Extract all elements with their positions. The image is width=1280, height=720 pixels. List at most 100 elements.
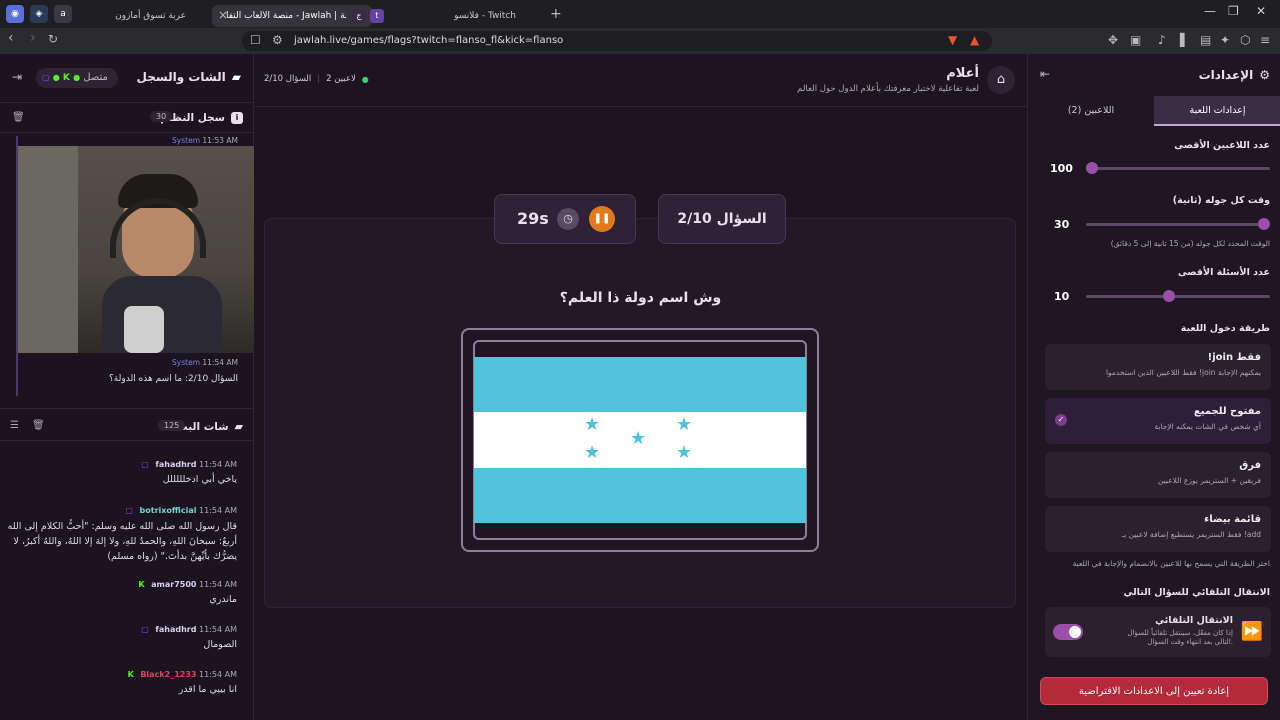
site-info-icon[interactable]: ⚙ (272, 33, 283, 47)
chat-meta: ▢ botrixofficial 11:54 AM (7, 505, 237, 517)
auto-next-section-label: الانتقال التلقائي للسؤال التالي (1123, 587, 1270, 598)
max-players-thumb[interactable] (1086, 162, 1098, 174)
filter-icon[interactable]: ☰ (10, 420, 19, 431)
kick-badge-icon: K (127, 670, 134, 679)
tab-game-settings-label: إعدادات اللعبة (1189, 105, 1246, 116)
ai-icon[interactable]: ✦ (1220, 33, 1230, 47)
home-icon[interactable]: ⌂ (987, 66, 1015, 94)
round-time-hint: الوقت المحدد لكل جوله (من 15 ثانية إلى 5… (1110, 239, 1270, 248)
close-window-icon[interactable]: ✕ (1256, 4, 1266, 18)
tab-twitch[interactable]: فلانسو - Twitch t (370, 5, 542, 27)
settings-panel: الإعدادات ⚙ ⇤ اللاعبين (2) إعدادات اللعب… (1027, 54, 1280, 720)
webcam-mic (124, 306, 164, 353)
log-sender: System (172, 136, 200, 145)
wallet-icon[interactable]: ▤ (1200, 33, 1211, 47)
option-desc: أي شخص في الشات يمكنه الإجابة (1154, 422, 1261, 431)
extensions-icon[interactable]: ✥ (1108, 33, 1118, 47)
chat-user: fahadhrd (155, 625, 197, 634)
tab-amazon[interactable]: عربة تسوق أمازون (72, 5, 212, 27)
collapse-settings-icon[interactable]: ⇤ (1040, 67, 1050, 81)
vpn-icon[interactable]: ⬡ (1240, 33, 1250, 47)
max-players-label: عدد اللاعبين الأقصى (1174, 140, 1270, 151)
twitch-badge-icon: ▢ (141, 460, 149, 469)
flag-stripe-middle: ★ ★ ★ ★ ★ (474, 412, 806, 468)
collapse-panel-icon[interactable]: ⇥ (12, 70, 22, 84)
round-time-thumb[interactable] (1258, 218, 1270, 230)
clear-log-icon[interactable]: 🗑 (12, 112, 25, 123)
steam-icon[interactable]: ◈ (30, 5, 48, 23)
online-dot-icon: ● (361, 74, 369, 84)
entry-option-join[interactable]: !join فقط فقط اللاعبين الذين استخدموا !j… (1045, 344, 1271, 390)
max-players-value: 100 (1050, 162, 1073, 175)
browser-app-icon[interactable]: ◉ (6, 5, 24, 23)
chat-user: amar7500 (151, 580, 197, 589)
chat-text: ياخي أبي ادخلللللل (162, 474, 237, 485)
max-players-slider[interactable] (1086, 162, 1270, 174)
log-sender: System (172, 358, 200, 367)
connection-status: ▢ ● K ● متصل (36, 68, 118, 88)
browser-toolbar: ‹ › ↻ jawlah.live/games/flags?twitch=fla… (0, 28, 1280, 54)
back-icon[interactable]: ‹ (8, 30, 14, 46)
tab-close-icon[interactable]: × (218, 8, 228, 22)
chat-message: ▢ botrixofficial 11:54 AM قال رسول الله … (7, 505, 237, 565)
amazon-icon[interactable]: a (54, 5, 72, 23)
forward-icon[interactable]: › (30, 30, 36, 46)
flag-star: ★ (676, 442, 693, 463)
chat-log-panel: الشات والسجل ▰ ▢ ● K ● متصل ⇥ سجل النظام… (0, 54, 276, 720)
brave-rewards-icon[interactable]: ▲ (970, 33, 979, 47)
flag-frame: ★ ★ ★ ★ ★ (461, 328, 819, 552)
new-tab-button[interactable]: + (550, 6, 562, 22)
info-icon: i (231, 112, 243, 124)
option-title: قائمة بيضاء (1204, 514, 1261, 525)
log-entry-meta: System 11:54 AM (172, 358, 238, 367)
reset-defaults-button[interactable]: إعادة تعيين إلى الاعدادات الافتراضية (1040, 677, 1268, 705)
kick-dot-icon: ● (73, 73, 81, 82)
chat-time: 11:54 AM (199, 580, 237, 589)
pause-button[interactable]: ❚❚ (589, 206, 615, 232)
twitch-badge-icon: ▢ (125, 506, 133, 515)
kick-badge-icon: K (138, 580, 145, 589)
maximize-icon[interactable]: ❐ (1228, 4, 1239, 18)
max-questions-thumb[interactable] (1163, 290, 1175, 302)
tab-players[interactable]: اللاعبين (2) (1028, 96, 1154, 126)
screenshot-icon[interactable]: ▣ (1130, 33, 1141, 47)
music-icon[interactable]: ♪ (1158, 33, 1166, 47)
bookmark-icon[interactable]: ☐ (250, 33, 261, 47)
timer-value: 29s (517, 209, 549, 228)
round-time-label: وقت كل جوله (ثانية) (1172, 195, 1270, 206)
question-box: السؤال 2/10 (658, 194, 786, 244)
clear-chat-icon[interactable]: 🗑 (32, 420, 45, 431)
question-prompt: وش اسم دولة ذا العلم؟ (559, 290, 722, 306)
players-count: 2 لاعبين (326, 74, 356, 84)
auto-next-text: الانتقال التلقائي إذا كان مفعّل، سينتقل … (1113, 615, 1234, 647)
chat-text: الصومال (203, 639, 237, 650)
option-desc: فقط اللاعبين الذين استخدموا !join يمكنهم… (1105, 368, 1261, 377)
option-title: !join فقط (1207, 352, 1261, 363)
entry-option-whitelist[interactable]: قائمة بيضاء فقط الستريمر يستطيع إضافة لا… (1045, 506, 1271, 552)
tab-game-settings[interactable]: إعدادات اللعبة (1154, 96, 1280, 126)
address-bar[interactable]: jawlah.live/games/flags?twitch=flanso_fl… (242, 31, 992, 51)
sidebar-icon[interactable]: ▌ (1180, 33, 1189, 47)
chat-header: شات البث ▰ (177, 420, 243, 433)
auto-next-toggle[interactable] (1053, 624, 1083, 640)
entry-option-open[interactable]: ✓ مفتوح للجميع أي شخص في الشات يمكنه الإ… (1045, 398, 1271, 444)
chat-icon: ▰ (234, 420, 243, 433)
reload-icon[interactable]: ↻ (48, 32, 58, 46)
round-time-slider[interactable] (1086, 218, 1270, 230)
fast-forward-icon: ⏩ (1240, 621, 1263, 642)
browser-tabbar: ◉ ◈ a عربة تسوق أمازون × منصة الألعاب ال… (0, 0, 1280, 28)
flag-star: ★ (584, 442, 601, 463)
chat-text: قال رسول الله صلى الله عليه وسلم: "أحبُّ… (7, 521, 237, 562)
question-box-text: السؤال 2/10 (677, 211, 767, 227)
flag-star: ★ (676, 414, 693, 435)
brave-shield-icon[interactable]: ▼ (948, 33, 957, 47)
max-questions-slider[interactable] (1086, 290, 1270, 302)
minimize-icon[interactable]: — (1204, 4, 1216, 18)
twitch-icon: t (370, 8, 384, 23)
panel-header: الشات والسجل ▰ (137, 70, 241, 84)
game-title: أعلام (946, 66, 979, 81)
option-desc: فقط الستريمر يستطيع إضافة لاعبين بـ !add (1121, 530, 1261, 539)
entry-option-teams[interactable]: فرق فريقين + الستريمر يوزع اللاعبين (1045, 452, 1271, 498)
menu-icon[interactable]: ≡ (1260, 33, 1270, 47)
tab-jawlah[interactable]: × منصة الألعاب التفا - Jawlah | جولة ج (212, 4, 372, 27)
